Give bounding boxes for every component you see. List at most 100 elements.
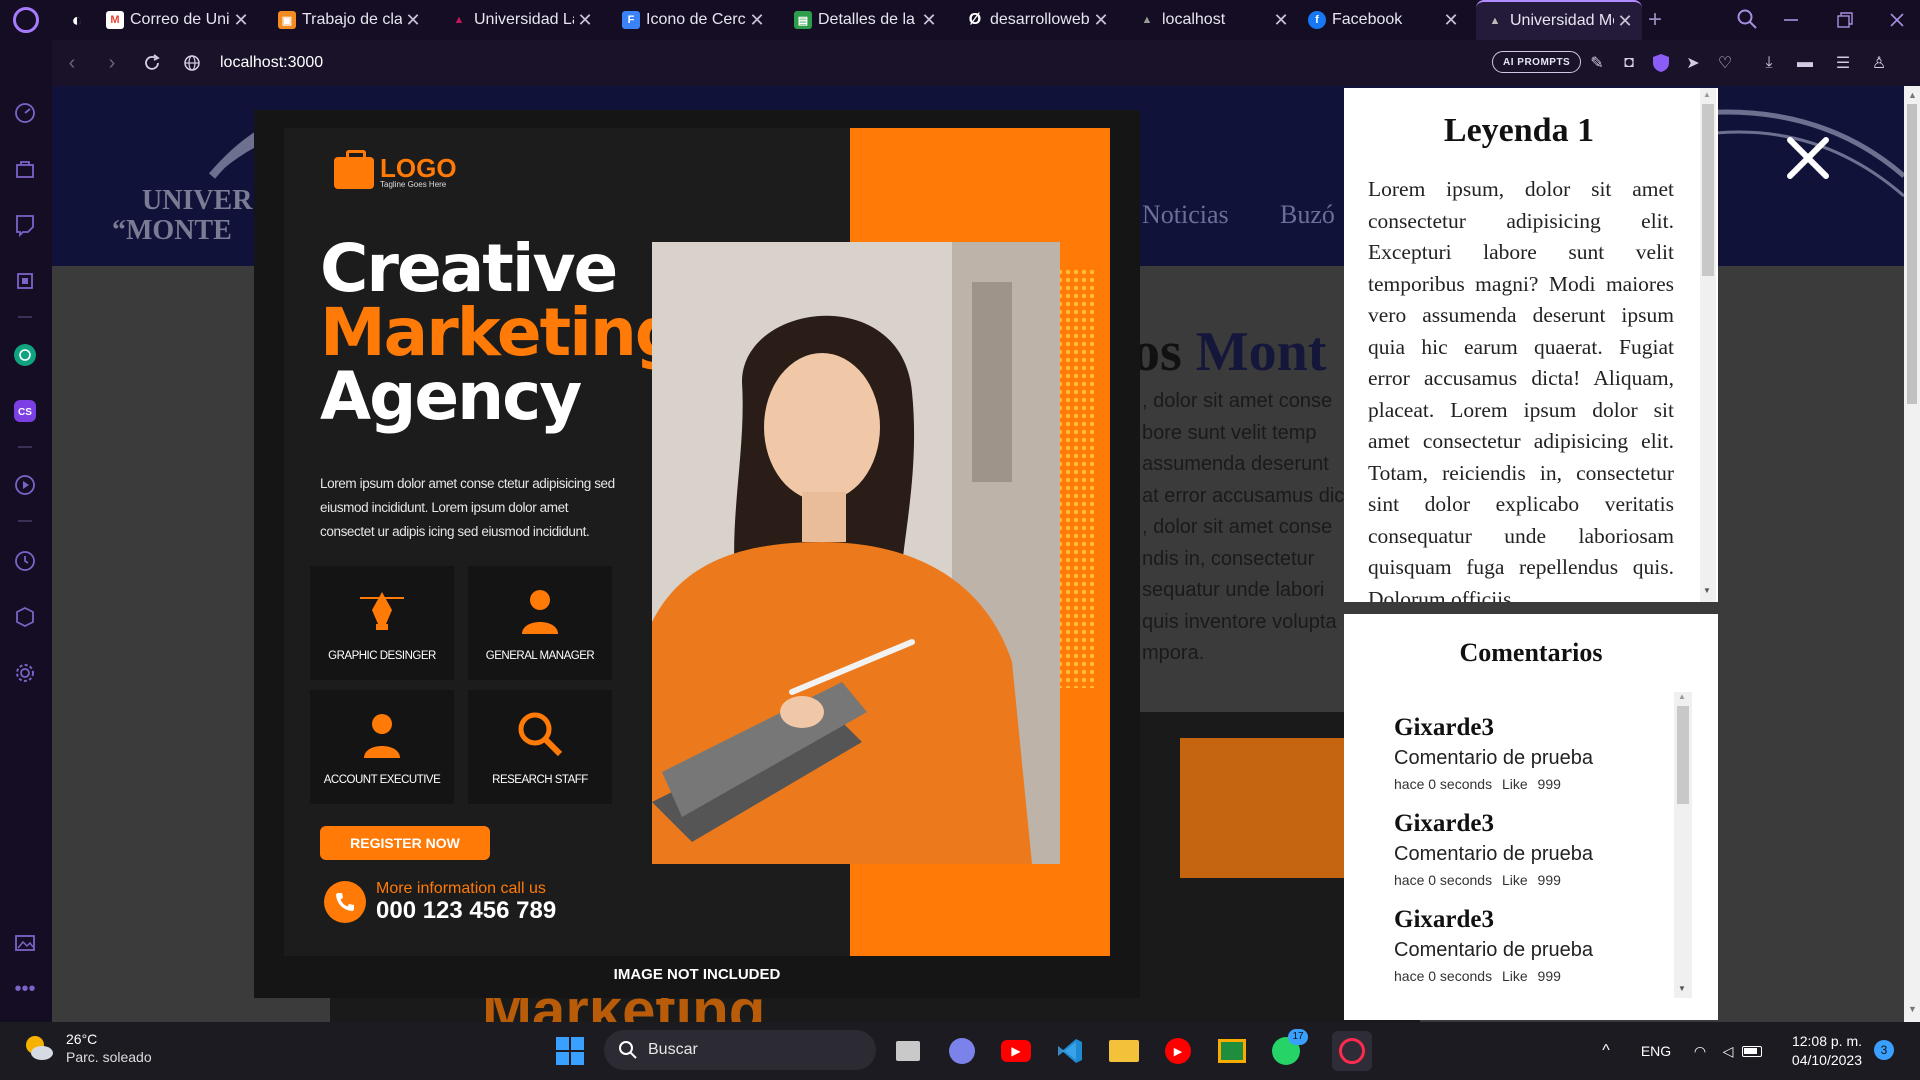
opera-gx-taskbar-icon[interactable] [1332, 1031, 1372, 1071]
twitch-icon[interactable] [12, 212, 38, 238]
vscode-icon[interactable] [1054, 1035, 1086, 1067]
tab-close-icon[interactable]: ✕ [1440, 10, 1462, 31]
scroll-up-icon[interactable]: ▲ [1703, 90, 1711, 99]
tab-desarrolloweb[interactable]: Ø desarrolloweb.c ✕ [956, 0, 1118, 40]
chatsonic-icon[interactable]: CS [12, 398, 38, 424]
like-button[interactable]: Like [1502, 968, 1528, 984]
file-explorer-icon[interactable] [1108, 1035, 1140, 1067]
scroll-down-icon[interactable]: ▼ [1908, 1004, 1917, 1014]
restore-icon[interactable] [1830, 8, 1860, 32]
tab-correo[interactable]: M Correo de Univ ✕ [96, 0, 258, 40]
profile-icon[interactable]: ♙ [1868, 52, 1890, 74]
like-button[interactable]: Like [1502, 776, 1528, 792]
chip-icon[interactable] [12, 268, 38, 294]
nav-noticias[interactable]: Noticias [1142, 200, 1229, 230]
wifi-icon[interactable]: ◠ [1686, 1043, 1714, 1060]
scroll-up-icon[interactable]: ▲ [1678, 692, 1686, 701]
youtube-music-icon[interactable]: ▶ [1162, 1035, 1194, 1067]
volume-icon[interactable]: ◁ [1714, 1043, 1742, 1060]
google-classroom-icon[interactable] [1216, 1035, 1248, 1067]
tab-close-icon[interactable]: ✕ [1270, 10, 1292, 31]
site-logo[interactable]: UNIVER “MONTE [112, 186, 252, 246]
chatgpt-icon[interactable] [12, 342, 38, 368]
minimize-icon[interactable] [1776, 8, 1806, 32]
flyer-headline-2: Marketing [320, 294, 682, 371]
camera-icon[interactable]: ◘ [1618, 52, 1640, 74]
comments-scrollbar[interactable]: ▲ ▼ [1674, 692, 1692, 998]
url-field[interactable]: localhost:3000 [220, 54, 323, 72]
search-icon [619, 1041, 637, 1059]
search-tabs-icon[interactable] [1736, 8, 1758, 30]
battery-icon[interactable] [1742, 1045, 1772, 1057]
tab-label: Trabajo de clase [302, 11, 402, 28]
role-card-graphic-designer: GRAPHIC DESINGER [310, 566, 454, 680]
tab-trabajo[interactable]: ▣ Trabajo de clase ✕ [268, 0, 430, 40]
tab-close-icon[interactable]: ✕ [746, 10, 768, 31]
heart-icon[interactable]: ♡ [1714, 52, 1736, 74]
tab-universidad-la[interactable]: ▲ Universidad La ✕ [440, 0, 602, 40]
tab-close-icon[interactable]: ✕ [574, 10, 596, 31]
comment-time: hace 0 seconds [1394, 968, 1493, 984]
shopping-icon[interactable] [12, 156, 38, 182]
player-icon[interactable] [12, 472, 38, 498]
back-icon[interactable]: ‹ [52, 40, 92, 86]
youtube-icon[interactable]: ▶ [1000, 1035, 1032, 1067]
show-hidden-icons-icon[interactable]: ^ [1586, 1042, 1626, 1060]
scroll-thumb[interactable] [1702, 104, 1714, 276]
tab-close-icon[interactable]: ✕ [402, 10, 424, 31]
tab-icono[interactable]: F Icono de Cerca ✕ [612, 0, 774, 40]
tab-close-icon[interactable]: ✕ [1090, 10, 1112, 31]
weather-widget[interactable]: 26°C Parc. soleado [22, 1030, 152, 1066]
opera-logo-icon[interactable] [0, 0, 52, 40]
notification-badge[interactable]: 3 [1874, 1040, 1894, 1060]
history-icon[interactable] [12, 548, 38, 574]
tab-pinned[interactable]: ◐ [58, 0, 92, 40]
like-button[interactable]: Like [1502, 872, 1528, 888]
scroll-thumb[interactable] [1907, 104, 1917, 404]
nav-buzon[interactable]: Buzó [1280, 200, 1335, 230]
language-indicator[interactable]: ENG [1626, 1043, 1686, 1059]
ai-prompts-button[interactable]: AI PROMPTS [1492, 51, 1582, 73]
easy-setup-icon[interactable]: ☰ [1832, 52, 1854, 74]
extensions-icon[interactable] [12, 604, 38, 630]
tab-localhost[interactable]: ▲ localhost ✕ [1128, 0, 1298, 40]
reload-icon[interactable] [132, 40, 172, 86]
scroll-down-icon[interactable]: ▼ [1703, 586, 1711, 595]
close-modal-icon[interactable] [1780, 130, 1836, 186]
paragraph-line: , dolor sit amet conse [1142, 516, 1333, 538]
speed-dial-icon[interactable] [12, 100, 38, 126]
tab-close-icon[interactable]: ✕ [918, 10, 940, 31]
scroll-thumb[interactable] [1677, 706, 1689, 804]
weather-temperature: 26°C [66, 1031, 98, 1047]
paragraph-line: at error accusamus dic [1142, 484, 1345, 507]
tab-detalles[interactable]: ▤ Detalles de la ta ✕ [784, 0, 946, 40]
windows-start-button[interactable] [556, 1037, 584, 1065]
taskbar-search-box[interactable]: Buscar [604, 1030, 876, 1070]
legend-scrollbar[interactable]: ▲ ▼ [1700, 88, 1716, 602]
gallery-icon[interactable] [12, 930, 38, 956]
tab-universidad-mo[interactable]: ▲ Universidad Mo ✕ [1476, 0, 1642, 40]
tab-facebook[interactable]: f Facebook ✕ [1298, 0, 1468, 40]
vpn-shield-icon[interactable] [1650, 52, 1672, 74]
battery-saver-icon[interactable]: ▬ [1794, 52, 1816, 74]
tab-close-icon[interactable]: ✕ [1614, 11, 1636, 32]
new-tab-button[interactable]: + [1648, 6, 1662, 34]
browser-sidebar: CS ••• [0, 40, 52, 1022]
task-view-icon[interactable] [892, 1035, 924, 1067]
page-scrollbar[interactable]: ▲ ▼ [1904, 86, 1920, 1022]
download-icon[interactable]: ⤓ [1758, 52, 1780, 74]
site-info-icon[interactable] [172, 40, 212, 86]
forward-icon[interactable]: › [92, 40, 132, 86]
teams-chat-icon[interactable] [946, 1035, 978, 1067]
whatsapp-icon[interactable]: 17 [1270, 1029, 1308, 1067]
scroll-down-icon[interactable]: ▼ [1678, 984, 1686, 993]
send-icon[interactable]: ➤ [1682, 52, 1704, 74]
edit-icon[interactable]: ✎ [1586, 52, 1608, 74]
scroll-up-icon[interactable]: ▲ [1908, 90, 1917, 100]
tab-close-icon[interactable]: ✕ [230, 10, 252, 31]
system-tray: ^ ENG ◠ ◁ [1586, 1022, 1772, 1080]
taskbar-clock[interactable]: 12:08 p. m. 04/10/2023 [1776, 1032, 1862, 1070]
close-window-icon[interactable] [1882, 8, 1912, 32]
more-options-icon[interactable]: ••• [12, 976, 38, 1002]
settings-gear-icon[interactable] [12, 660, 38, 686]
